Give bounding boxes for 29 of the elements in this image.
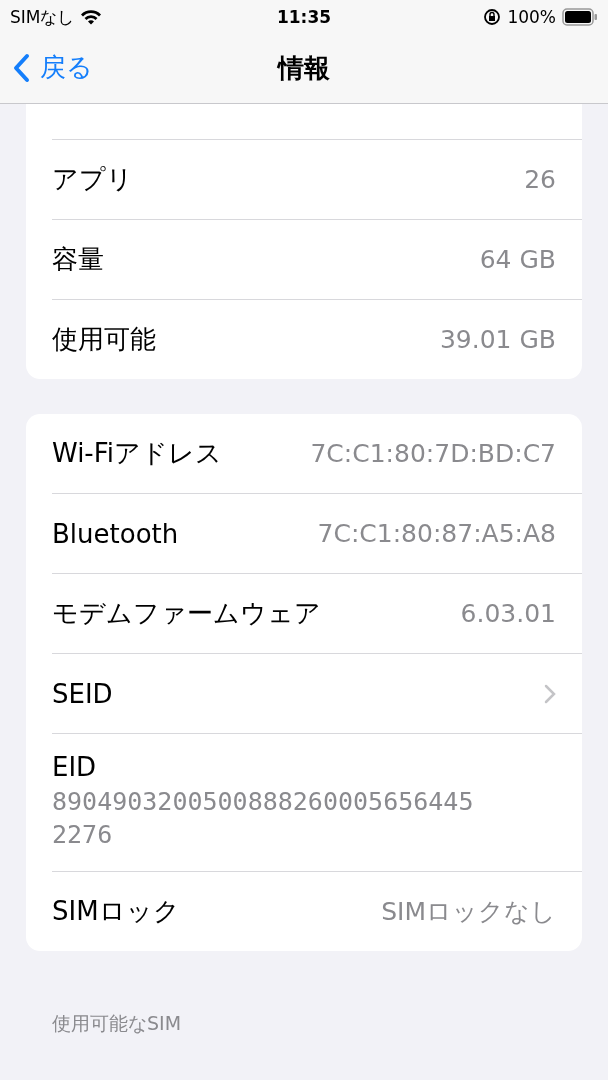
row-label: アプリ — [52, 163, 133, 196]
back-button[interactable]: 戻る — [12, 50, 93, 85]
rotation-lock-icon — [483, 8, 502, 26]
battery-icon — [562, 8, 598, 26]
row-value: 7C:C1:80:87:A5:A8 — [317, 519, 556, 548]
row-value: SIMロックなし — [381, 896, 556, 928]
row-label: モデムファームウェア — [52, 597, 321, 630]
row-value: 89049032005008882600056564452276 — [52, 786, 475, 851]
list-row[interactable]: SEID — [52, 653, 582, 733]
section-header: 使用可能なSIM — [52, 1011, 183, 1036]
row-label: SIMロック — [52, 895, 180, 928]
row-label: 容量 — [52, 243, 104, 276]
battery-percent: 100% — [507, 7, 556, 27]
clock: 11:35 — [276, 7, 332, 27]
row-label: 使用可能 — [52, 323, 156, 356]
row-value: 26 — [524, 165, 556, 194]
back-chevron-icon — [12, 52, 30, 83]
row-label: SEID — [52, 678, 113, 709]
row-value: 64 GB — [479, 245, 556, 274]
row-value: 6.03.01 — [460, 599, 556, 628]
row-label: EID — [52, 752, 98, 782]
row-value: 7C:C1:80:7D:BD:C7 — [310, 439, 556, 468]
row-label: Wi-Fiアドレス — [52, 437, 223, 470]
nav-title: 情報 — [278, 52, 330, 85]
row-value: 39.01 GB — [439, 325, 556, 354]
wifi-icon — [80, 9, 103, 25]
chevron-icon — [544, 683, 556, 704]
row-label: Bluetooth — [52, 518, 179, 549]
carrier-text: SIMなし — [10, 5, 75, 29]
